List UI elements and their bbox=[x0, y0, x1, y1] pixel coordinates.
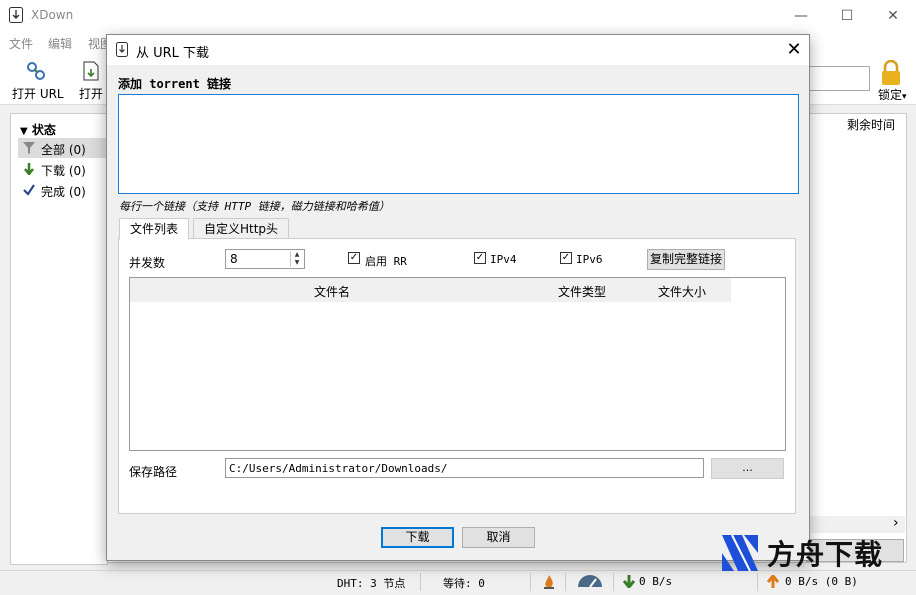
save-path-label: 保存路径 bbox=[129, 465, 178, 479]
chevron-down-icon: ▼ bbox=[20, 126, 28, 137]
concurrency-value: 8 bbox=[230, 252, 238, 266]
search-input[interactable] bbox=[806, 66, 870, 91]
concurrency-label: 并发数 bbox=[129, 256, 166, 270]
open-file-icon bbox=[83, 61, 99, 81]
watermark-text: 方舟下载 bbox=[767, 538, 884, 571]
waiting-status: 等待: 0 bbox=[443, 577, 485, 590]
menu-file[interactable]: 文件 bbox=[9, 35, 33, 52]
open-button[interactable]: 打开 bbox=[79, 85, 103, 102]
save-path-input[interactable] bbox=[225, 458, 704, 478]
file-list-table[interactable]: 文件名 文件类型 文件大小 bbox=[129, 277, 786, 451]
sidebar-item-downloading[interactable]: 下载 (0) bbox=[41, 162, 86, 179]
dht-status: DHT: 3 节点 bbox=[337, 577, 406, 590]
sidebar bbox=[10, 113, 108, 565]
speedometer-icon bbox=[578, 575, 602, 588]
sidebar-item-all-label: 全部 (0) bbox=[41, 143, 86, 157]
sidebar-header[interactable]: ▼ 状态 bbox=[20, 121, 56, 138]
status-divider bbox=[565, 573, 566, 591]
dialog-title-bar bbox=[107, 35, 809, 65]
lock-label-text: 锁定 bbox=[878, 88, 903, 102]
lock-button-label[interactable]: 锁定▾ bbox=[878, 86, 907, 103]
upload-speed: 0 B/s (0 B) bbox=[785, 575, 858, 588]
menu-edit[interactable]: 编辑 bbox=[48, 35, 72, 52]
table-header: 文件名 文件类型 文件大小 bbox=[130, 278, 731, 302]
link-icon bbox=[27, 62, 45, 80]
column-header-file-type[interactable]: 文件类型 bbox=[558, 283, 606, 300]
scroll-right-icon[interactable]: › bbox=[893, 515, 899, 531]
check-icon bbox=[23, 184, 35, 196]
ipv6-checkbox[interactable]: ✓ bbox=[560, 252, 572, 264]
lock-icon[interactable] bbox=[879, 60, 903, 86]
sidebar-header-label: 状态 bbox=[31, 123, 56, 137]
torrent-link-label: 添加 torrent 链接 bbox=[118, 77, 232, 91]
copy-full-link-button[interactable]: 复制完整链接 bbox=[647, 249, 725, 270]
tab-file-list[interactable]: 文件列表 bbox=[119, 218, 190, 240]
ipv4-checkbox[interactable]: ✓ bbox=[474, 252, 486, 264]
arrow-down-icon bbox=[24, 163, 34, 175]
concurrency-stepper[interactable]: 8 ▲ ▼ bbox=[225, 249, 305, 269]
stepper-arrows-icon[interactable]: ▲ ▼ bbox=[290, 251, 303, 267]
filter-icon bbox=[23, 142, 35, 154]
cancel-button[interactable]: 取消 bbox=[462, 527, 535, 548]
download-speed-icon bbox=[623, 575, 635, 588]
watermark-logo-icon bbox=[722, 534, 758, 572]
flame-icon bbox=[544, 575, 554, 589]
column-header-file-size[interactable]: 文件大小 bbox=[658, 283, 706, 300]
download-button[interactable]: 下载 bbox=[381, 527, 454, 548]
xdown-app-icon bbox=[9, 7, 23, 23]
status-divider bbox=[420, 573, 421, 591]
column-header-file-name[interactable]: 文件名 bbox=[314, 283, 350, 300]
status-divider bbox=[530, 573, 531, 591]
add-url-dialog: 从 URL 下载 ✕ 添加 torrent 链接 每行一个链接（支持 HTTP … bbox=[106, 34, 810, 561]
close-button[interactable]: ✕ bbox=[870, 0, 916, 31]
open-url-button[interactable]: 打开 URL bbox=[12, 85, 64, 102]
ipv4-checkbox-label: IPv4 bbox=[490, 253, 517, 266]
maximize-button[interactable]: ☐ bbox=[824, 0, 870, 31]
browse-button[interactable]: ... bbox=[711, 458, 784, 479]
url-hint: 每行一个链接（支持 HTTP 链接，磁力链接和哈希值） bbox=[119, 200, 390, 213]
status-divider bbox=[757, 573, 758, 591]
chevron-down-icon: ▾ bbox=[902, 92, 907, 102]
tab-custom-http-header[interactable]: 自定义Http头 bbox=[193, 218, 290, 239]
url-input[interactable] bbox=[118, 94, 799, 194]
rr-checkbox[interactable]: ✓ bbox=[348, 252, 360, 264]
upload-speed-icon bbox=[767, 575, 779, 588]
status-divider bbox=[613, 573, 614, 591]
app-title: XDown bbox=[31, 8, 74, 22]
rr-checkbox-label: 启用 RR bbox=[365, 255, 407, 268]
minimize-button[interactable]: — bbox=[778, 0, 824, 31]
download-speed: 0 B/s bbox=[639, 575, 673, 588]
column-header-remaining-time[interactable]: 剩余时间 bbox=[847, 116, 895, 133]
dialog-close-button[interactable]: ✕ bbox=[783, 39, 805, 61]
dialog-title: 从 URL 下载 bbox=[136, 46, 210, 61]
xdown-app-icon bbox=[116, 42, 128, 57]
ipv6-checkbox-label: IPv6 bbox=[576, 253, 603, 266]
sidebar-item-completed[interactable]: 完成 (0) bbox=[41, 183, 86, 200]
